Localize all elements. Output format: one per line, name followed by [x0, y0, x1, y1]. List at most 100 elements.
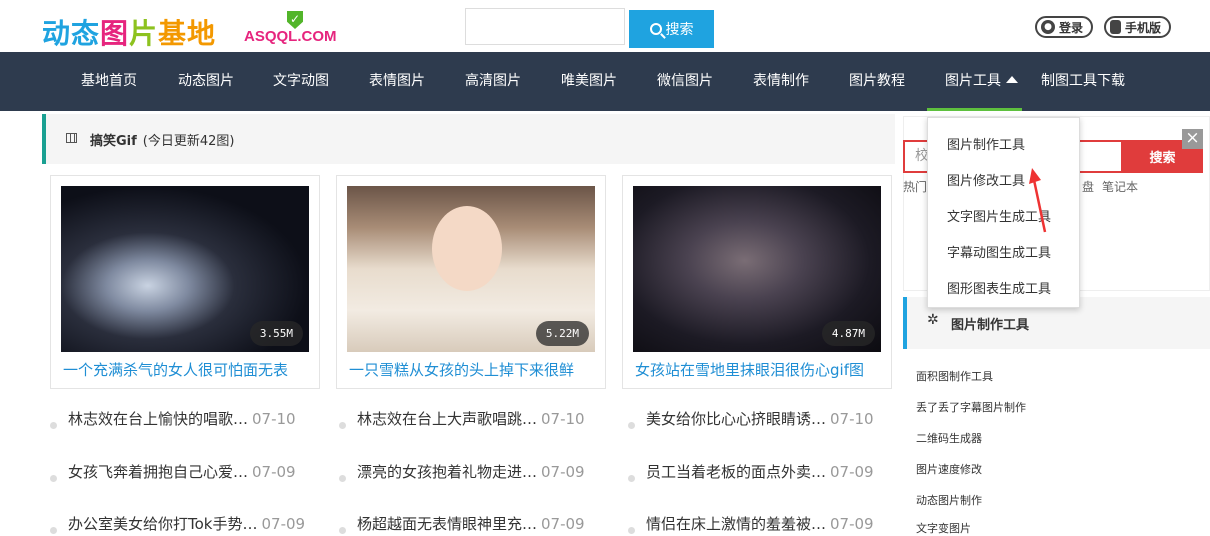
gif-caption[interactable]: 一个充满杀气的女人很可怕面无表	[63, 359, 313, 380]
list-title: 漂亮的女孩抱着礼物走进…	[357, 463, 538, 481]
nav-tools-label: 图片工具	[945, 73, 1001, 89]
nav-item-hd[interactable]: 高清图片	[465, 52, 521, 111]
gif-card[interactable]: 5.22M 一只雪糕从女孩的头上掉下来很鲜	[336, 175, 606, 389]
list-title: 美女给你比心心挤眼睛诱…	[646, 410, 827, 428]
list-item[interactable]: 女孩飞奔着拥抱自己心爱… 07-09	[50, 461, 296, 482]
dropdown-item-chart[interactable]: 图形图表生成工具	[947, 278, 1051, 297]
search-button[interactable]: 搜索	[629, 10, 714, 48]
bullet	[50, 422, 57, 429]
figure-shape	[432, 206, 502, 291]
nav-item-emoji-maker[interactable]: 表情制作	[753, 52, 809, 111]
check-badge-icon: ✓	[287, 11, 303, 29]
list-item[interactable]: 林志效在台上大声歌唱跳… 07-10	[339, 408, 585, 429]
tools-dropdown-menu: 图片制作工具 图片修改工具 文字图片生成工具 字幕动图生成工具 图形图表生成工具	[927, 117, 1080, 308]
hot-tag[interactable]: 盘	[1082, 180, 1094, 194]
bullet	[50, 527, 57, 534]
sidebar-tool-link[interactable]: 二维码生成器	[916, 430, 982, 446]
mobile-version-button[interactable]: 手机版	[1104, 16, 1172, 38]
gif-thumbnail[interactable]: 4.87M	[633, 186, 881, 352]
grid-icon	[66, 133, 77, 143]
list-title: 杨超越面无表情眼神里充…	[357, 515, 538, 533]
nav-item-tools[interactable]: 图片工具	[927, 52, 1022, 111]
user-icon: ●	[1041, 20, 1055, 34]
list-date: 07-09	[261, 515, 306, 533]
close-icon[interactable]: ×	[1182, 129, 1203, 149]
nav-item-text-gif[interactable]: 文字动图	[273, 52, 329, 111]
logo-domain: ASQQL.COM	[244, 28, 337, 45]
dropdown-item-subtitle-gif[interactable]: 字幕动图生成工具	[947, 242, 1051, 261]
dropdown-item-make[interactable]: 图片制作工具	[947, 134, 1025, 153]
caret-up-icon	[1006, 76, 1018, 83]
list-item[interactable]: 情侣在床上激情的羞羞被… 07-09	[628, 513, 874, 534]
list-title: 员工当着老板的面点外卖…	[646, 463, 827, 481]
sidebar-tool-link[interactable]: 动态图片制作	[916, 492, 982, 508]
nav-item-download[interactable]: 制图工具下载	[1041, 52, 1125, 111]
list-item[interactable]: 美女给你比心心挤眼睛诱… 07-10	[628, 408, 874, 429]
site-logo[interactable]: 动态图片基地	[42, 12, 216, 52]
list-item[interactable]: 办公室美女给你打Tok手势… 07-09	[50, 513, 306, 534]
sidebar-tool-link[interactable]: 图片速度修改	[916, 461, 982, 477]
nav-item-beautiful[interactable]: 唯美图片	[561, 52, 617, 111]
gif-card[interactable]: 3.55M 一个充满杀气的女人很可怕面无表	[50, 175, 320, 389]
login-label: 登录	[1059, 20, 1084, 35]
section-title-wrap: 搞笑Gif (今日更新42图)	[90, 130, 234, 149]
list-date: 07-10	[252, 410, 296, 428]
bullet	[628, 475, 635, 482]
list-date: 07-09	[541, 515, 585, 533]
bullet	[628, 422, 635, 429]
hot-label: 热门	[903, 180, 928, 194]
nav-item-gif[interactable]: 动态图片	[178, 52, 234, 111]
section-title: 搞笑Gif	[90, 134, 137, 149]
bullet	[339, 527, 346, 534]
hot-tag[interactable]: 笔记本	[1102, 180, 1138, 194]
gear-icon: ✲	[927, 312, 939, 328]
list-date: 07-09	[830, 463, 874, 481]
search-button-label: 搜索	[665, 21, 694, 37]
gif-thumbnail[interactable]: 3.55M	[61, 186, 309, 352]
sidebar-tool-link[interactable]: 丢了丢了字幕图片制作	[916, 399, 1026, 415]
sidebar-tool-link[interactable]: 文字变图片	[916, 520, 971, 536]
bullet	[339, 475, 346, 482]
sidebar-tools-title: 图片制作工具	[951, 318, 1030, 333]
nav-item-home[interactable]: 基地首页	[81, 52, 137, 111]
list-item[interactable]: 林志效在台上愉快的唱歌… 07-10	[50, 408, 296, 429]
hot-tags: 盘笔记本	[1074, 178, 1138, 195]
login-button[interactable]: ● 登录	[1035, 16, 1094, 38]
phone-icon	[1110, 20, 1121, 34]
list-date: 07-09	[252, 463, 296, 481]
list-title: 林志效在台上愉快的唱歌…	[68, 410, 249, 428]
gif-caption[interactable]: 女孩站在雪地里抹眼泪很伤心gif图	[635, 359, 885, 380]
bullet	[50, 475, 57, 482]
section-subtitle: (今日更新42图)	[142, 134, 235, 149]
nav-item-tutorial[interactable]: 图片教程	[849, 52, 905, 111]
mobile-label: 手机版	[1125, 20, 1162, 35]
file-size-badge: 4.87M	[821, 321, 875, 346]
nav-item-wechat[interactable]: 微信图片	[657, 52, 713, 111]
list-title: 林志效在台上大声歌唱跳…	[357, 410, 538, 428]
nav-item-emoji[interactable]: 表情图片	[369, 52, 425, 111]
list-item[interactable]: 漂亮的女孩抱着礼物走进… 07-09	[339, 461, 585, 482]
list-title: 女孩飞奔着拥抱自己心爱…	[68, 463, 249, 481]
sidebar-tool-link[interactable]: 面积图制作工具	[916, 368, 993, 384]
main-nav: 基地首页 动态图片 文字动图 表情图片 高清图片 唯美图片 微信图片 表情制作 …	[0, 52, 1210, 111]
list-item[interactable]: 员工当着老板的面点外卖… 07-09	[628, 461, 874, 482]
file-size-badge: 3.55M	[249, 321, 303, 346]
gif-caption[interactable]: 一只雪糕从女孩的头上掉下来很鲜	[349, 359, 599, 380]
file-size-badge: 5.22M	[535, 321, 589, 346]
list-date: 07-09	[830, 515, 874, 533]
search-input[interactable]	[465, 8, 625, 45]
list-item[interactable]: 杨超越面无表情眼神里充… 07-09	[339, 513, 585, 534]
bullet	[339, 422, 346, 429]
annotation-arrow-icon	[1029, 168, 1047, 233]
gif-card[interactable]: 4.87M 女孩站在雪地里抹眼泪很伤心gif图	[622, 175, 892, 389]
bullet	[628, 527, 635, 534]
list-title: 情侣在床上激情的羞羞被…	[646, 515, 827, 533]
section-header: 搞笑Gif (今日更新42图)	[42, 114, 895, 164]
list-date: 07-10	[830, 410, 874, 428]
gif-thumbnail[interactable]: 5.22M	[347, 186, 595, 352]
dropdown-item-edit[interactable]: 图片修改工具	[947, 170, 1025, 189]
top-bar: 动态图片基地 ✓ ASQQL.COM 搜索 ● 登录 手机版	[0, 0, 1210, 52]
search-icon	[649, 23, 662, 35]
list-date: 07-10	[541, 410, 585, 428]
list-date: 07-09	[541, 463, 585, 481]
